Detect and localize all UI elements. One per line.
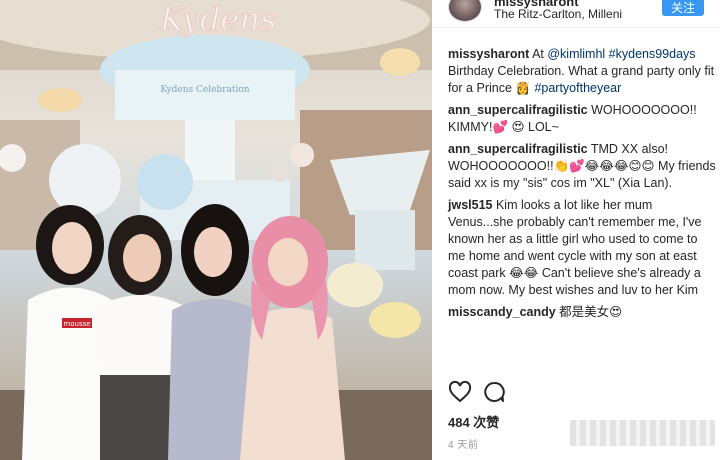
header-location[interactable]: The Ritz-Carlton, Milleni	[494, 7, 622, 21]
post-header: missysharont The Ritz-Carlton, Milleni 关…	[432, 0, 720, 28]
blurred-watermark	[570, 420, 715, 446]
person-4	[240, 216, 345, 460]
svg-text:mousse: mousse	[63, 320, 90, 328]
comment-text: Kim looks a lot like her mum Venus...she…	[448, 198, 702, 297]
party-photo-illustration: Kydens Celebration Kydens mousse	[0, 0, 432, 460]
comment-item: misscandy_candy 都是美女😍	[448, 304, 718, 321]
comments-list: missysharont At @kimlimhl #kydens99days …	[448, 46, 718, 326]
post-timestamp: 4 天前	[448, 440, 479, 451]
svg-text:Kydens Celebration: Kydens Celebration	[160, 85, 249, 95]
comment-mention-link[interactable]: #kydens99days	[609, 47, 696, 61]
comment-text: 都是美女😍	[555, 305, 623, 319]
comment-item: ann_supercalifragilistic WOHOOOOOOO!! KI…	[448, 102, 718, 136]
post-photo[interactable]: Kydens Celebration Kydens mousse	[0, 0, 432, 460]
comment-item: ann_supercalifragilistic TMD XX also! WO…	[448, 141, 718, 192]
comment-mention-link[interactable]: #partyoftheyear	[534, 81, 621, 95]
chandelier-right	[380, 48, 420, 76]
heart-outline-icon[interactable]	[448, 380, 472, 404]
balloon	[49, 144, 121, 216]
likes-count[interactable]: 484 次赞	[448, 412, 499, 431]
comment-username[interactable]: misscandy_candy	[448, 305, 556, 319]
comment-mention-link[interactable]: @kimlimhl	[547, 47, 605, 61]
comment-item: jwsl515 Kim looks a lot like her mum Ven…	[448, 197, 718, 299]
comment-username[interactable]: ann_supercalifragilistic	[448, 103, 588, 117]
follow-button[interactable]: 关注	[662, 0, 704, 16]
comment-text: At	[529, 47, 548, 61]
chandelier-left	[38, 88, 82, 112]
balloon	[270, 162, 290, 182]
action-bar	[448, 380, 708, 408]
comment-username[interactable]: jwsl515	[448, 198, 492, 212]
avatar[interactable]	[448, 0, 482, 22]
comment-username[interactable]: ann_supercalifragilistic	[448, 142, 588, 156]
balloon	[137, 154, 193, 210]
post-side-panel: missysharont The Ritz-Carlton, Milleni 关…	[432, 0, 720, 460]
balloon	[290, 143, 314, 167]
comment-bubble-icon[interactable]	[482, 380, 506, 404]
neon-sign: Kydens	[159, 0, 276, 38]
comment-username[interactable]: missysharont	[448, 47, 529, 61]
candy-decoration	[327, 263, 383, 307]
comment-item: missysharont At @kimlimhl #kydens99days …	[448, 46, 718, 97]
